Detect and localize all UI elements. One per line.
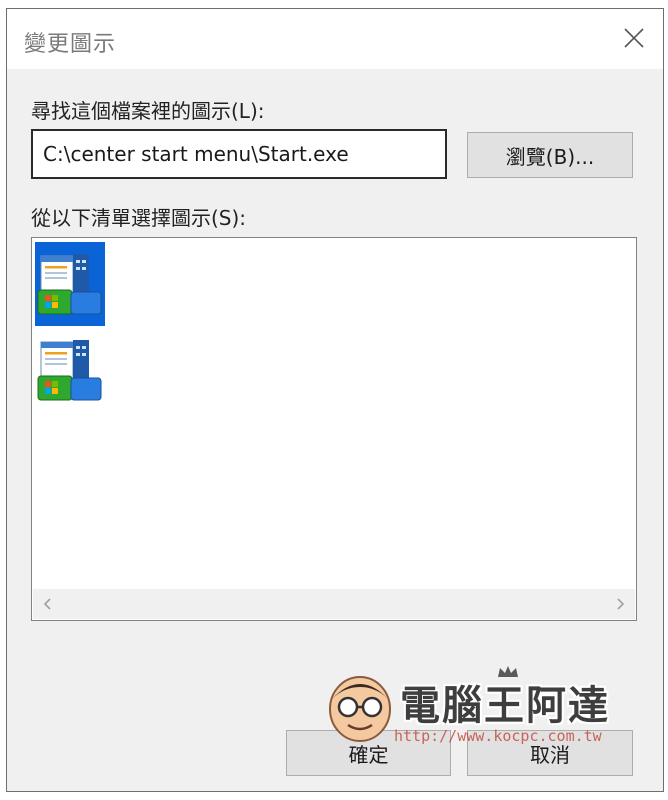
chevron-right-icon (617, 598, 625, 610)
scroll-right-button[interactable] (605, 589, 635, 619)
file-label: 尋找這個檔案裡的圖示(L): (31, 99, 265, 123)
title-bar: 變更圖示 (7, 9, 663, 69)
horizontal-scrollbar[interactable] (33, 589, 635, 619)
browse-button[interactable]: 瀏覽(B)... (467, 132, 633, 178)
ok-button[interactable]: 確定 (286, 730, 451, 776)
change-icon-dialog: 變更圖示 尋找這個檔案裡的圖示(L): 瀏覽(B)... 從以下清單選擇圖示(S… (6, 8, 664, 792)
close-icon (624, 28, 644, 48)
close-button[interactable] (619, 23, 649, 53)
scroll-left-button[interactable] (33, 589, 63, 619)
cancel-button[interactable]: 取消 (467, 730, 633, 776)
chevron-left-icon (43, 598, 51, 610)
icon-list[interactable] (31, 237, 637, 621)
file-path-input[interactable] (31, 129, 447, 179)
start-menu-icon (37, 340, 102, 401)
start-menu-icon (37, 254, 102, 315)
dialog-title: 變更圖示 (24, 32, 117, 57)
icon-list-label: 從以下清單選擇圖示(S): (31, 206, 247, 230)
icon-option-1[interactable] (35, 242, 105, 326)
icon-option-2[interactable] (35, 328, 105, 412)
